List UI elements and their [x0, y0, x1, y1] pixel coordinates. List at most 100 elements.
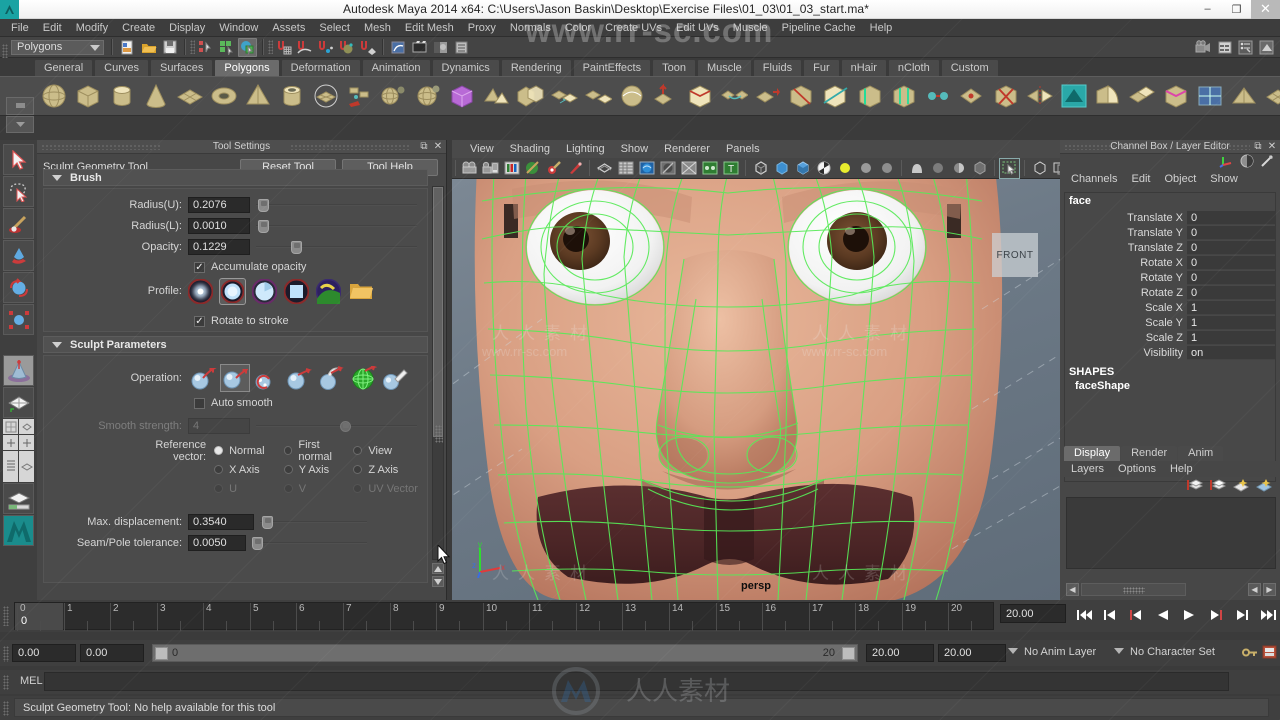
channel-value[interactable]: 0 [1187, 210, 1275, 225]
menu-item-mesh[interactable]: Mesh [357, 19, 398, 37]
smooth-shade-icon[interactable] [772, 159, 791, 178]
ipr-render-icon[interactable] [431, 38, 450, 57]
rangebar-grip[interactable] [3, 646, 9, 662]
channelbox-menu-edit[interactable]: Edit [1125, 173, 1156, 185]
poly-platonic-icon[interactable] [480, 80, 512, 112]
character-set-dropdown-icon[interactable] [1114, 648, 1124, 654]
open-scene-icon[interactable] [139, 38, 158, 57]
layer-editor-tab-render[interactable]: Render [1121, 446, 1178, 461]
sidebar-item-rotate-tool[interactable] [3, 272, 34, 303]
poly-mirror-icon[interactable] [1024, 80, 1056, 112]
channel-box-clock-icon[interactable] [1240, 154, 1254, 171]
scroll-down-button[interactable] [432, 576, 444, 587]
grab-render-icon[interactable] [565, 159, 584, 178]
shelf-tab-polygons[interactable]: Polygons [214, 59, 280, 76]
poly-smooth-icon[interactable] [616, 80, 648, 112]
animation-start-field[interactable]: 0.00 [80, 644, 144, 662]
helpline-grip[interactable] [3, 701, 9, 716]
auto-keyframe-icon[interactable] [1242, 646, 1258, 662]
grip[interactable] [268, 40, 273, 54]
poly-wedge-icon[interactable] [1092, 80, 1124, 112]
poly-torus-icon[interactable] [208, 80, 240, 112]
tool-settings-scrollbar[interactable] [432, 186, 444, 560]
isolate-select-icon[interactable] [970, 159, 989, 178]
current-time-field[interactable]: 20.00 [1000, 604, 1066, 623]
channel-value[interactable]: 1 [1187, 330, 1275, 345]
sidebar-item-lasso-tool[interactable] [3, 176, 34, 207]
menu-item-pipeline-cache[interactable]: Pipeline Cache [775, 19, 863, 37]
construction-history-icon[interactable] [389, 38, 408, 57]
radius-u-slider[interactable] [256, 197, 417, 213]
smooth-operation-icon[interactable] [252, 364, 282, 392]
poly-append-icon[interactable] [752, 80, 784, 112]
play-backwards-icon[interactable] [1150, 605, 1174, 624]
poly-pipe-icon[interactable] [276, 80, 308, 112]
ipr-tear-icon[interactable] [544, 159, 563, 178]
poly-delete-edge-icon[interactable] [990, 80, 1022, 112]
brush-section-header[interactable]: Brush [43, 169, 428, 186]
menu-item-file[interactable]: File [4, 19, 36, 37]
layer-list-area[interactable] [1066, 497, 1276, 569]
menu-item-window[interactable]: Window [212, 19, 265, 37]
shelf-menu-button[interactable] [6, 115, 34, 133]
channel-row[interactable]: Scale X 1 [1065, 300, 1275, 315]
light-toggle-icon[interactable] [877, 159, 896, 178]
browse-folder-icon[interactable] [348, 279, 373, 304]
channel-value[interactable]: 0 [1187, 255, 1275, 270]
close-icon[interactable]: ✕ [1266, 141, 1278, 152]
grid-toggle-icon[interactable] [616, 159, 635, 178]
menu-item-select[interactable]: Select [312, 19, 357, 37]
shelf-tab-ncloth[interactable]: nCloth [887, 59, 940, 76]
sidebar-item-move-tool[interactable] [3, 240, 34, 271]
sidebar-item-four-view-layout[interactable] [3, 419, 34, 450]
poly-collapse-icon[interactable] [956, 80, 988, 112]
poly-extrude-icon[interactable] [650, 80, 682, 112]
step-forward-frame-icon[interactable] [1204, 605, 1228, 624]
viewport-menu-lighting[interactable]: Lighting [558, 143, 613, 155]
wireframe-icon[interactable] [595, 159, 614, 178]
flat-shade-icon[interactable] [793, 159, 812, 178]
menu-item-create[interactable]: Create [115, 19, 162, 37]
square-brush-icon[interactable] [284, 278, 309, 304]
go-to-end-icon[interactable] [1256, 605, 1280, 624]
radio-z-axis[interactable]: Z Axis [353, 464, 423, 476]
smooth-strength-input[interactable]: 4 [188, 417, 250, 434]
poly-cube-icon[interactable] [72, 80, 104, 112]
radio-first-normal[interactable]: First normal [283, 439, 354, 463]
play-forwards-icon[interactable] [1177, 605, 1201, 624]
viewport-canvas[interactable]: FRONT y x z persp 人人素材 www.rr-sc.com 人人素… [452, 179, 1060, 600]
save-scene-icon[interactable] [160, 38, 179, 57]
close-icon[interactable]: ✕ [432, 141, 444, 152]
animation-preferences-icon[interactable] [1262, 645, 1277, 662]
poly-quadrangulate-icon[interactable] [1262, 80, 1280, 112]
new-scene-icon[interactable] [118, 38, 137, 57]
render-settings-icon[interactable] [452, 38, 471, 57]
channel-row[interactable]: Rotate Y 0 [1065, 270, 1275, 285]
poly-pyramid-icon[interactable] [242, 80, 274, 112]
statusline-grip[interactable] [2, 44, 8, 58]
shelf-tab-fur[interactable]: Fur [803, 59, 840, 76]
anim-layer-label[interactable]: No Anim Layer [1024, 646, 1096, 658]
seam-pole-input[interactable]: 0.0050 [188, 534, 246, 551]
character-set-label[interactable]: No Character Set [1130, 646, 1215, 658]
channelbox-menu-channels[interactable]: Channels [1065, 173, 1123, 185]
move-layer-down-icon[interactable] [1255, 478, 1273, 495]
step-back-frame-icon[interactable] [1124, 605, 1148, 624]
poly-triangulate-icon[interactable] [1228, 80, 1260, 112]
shelf-tab-fluids[interactable]: Fluids [752, 59, 803, 76]
new-layer-icon[interactable] [1186, 478, 1204, 495]
poly-sphere-icon[interactable] [38, 80, 70, 112]
poly-cut-icon[interactable] [820, 80, 852, 112]
sidebar-item-outliner-persp-layout[interactable] [3, 451, 34, 482]
layer-editor-menu-help[interactable]: Help [1165, 463, 1198, 475]
sidebar-item-paint-selection-tool[interactable] [3, 208, 34, 239]
accumulate-opacity-row[interactable]: ✓ Accumulate opacity [48, 258, 423, 276]
sculpt-geometry-tool-icon[interactable] [1058, 80, 1090, 112]
auto-smooth-checkbox[interactable] [194, 397, 205, 409]
channel-row[interactable]: Scale Z 1 [1065, 330, 1275, 345]
poly-merge-icon[interactable] [922, 80, 954, 112]
radio-x-axis[interactable]: X Axis [214, 464, 284, 476]
render-current-frame-icon[interactable] [410, 38, 429, 57]
menu-item-create-uvs[interactable]: Create UVs [598, 19, 669, 37]
accumulate-opacity-checkbox[interactable]: ✓ [194, 261, 205, 273]
